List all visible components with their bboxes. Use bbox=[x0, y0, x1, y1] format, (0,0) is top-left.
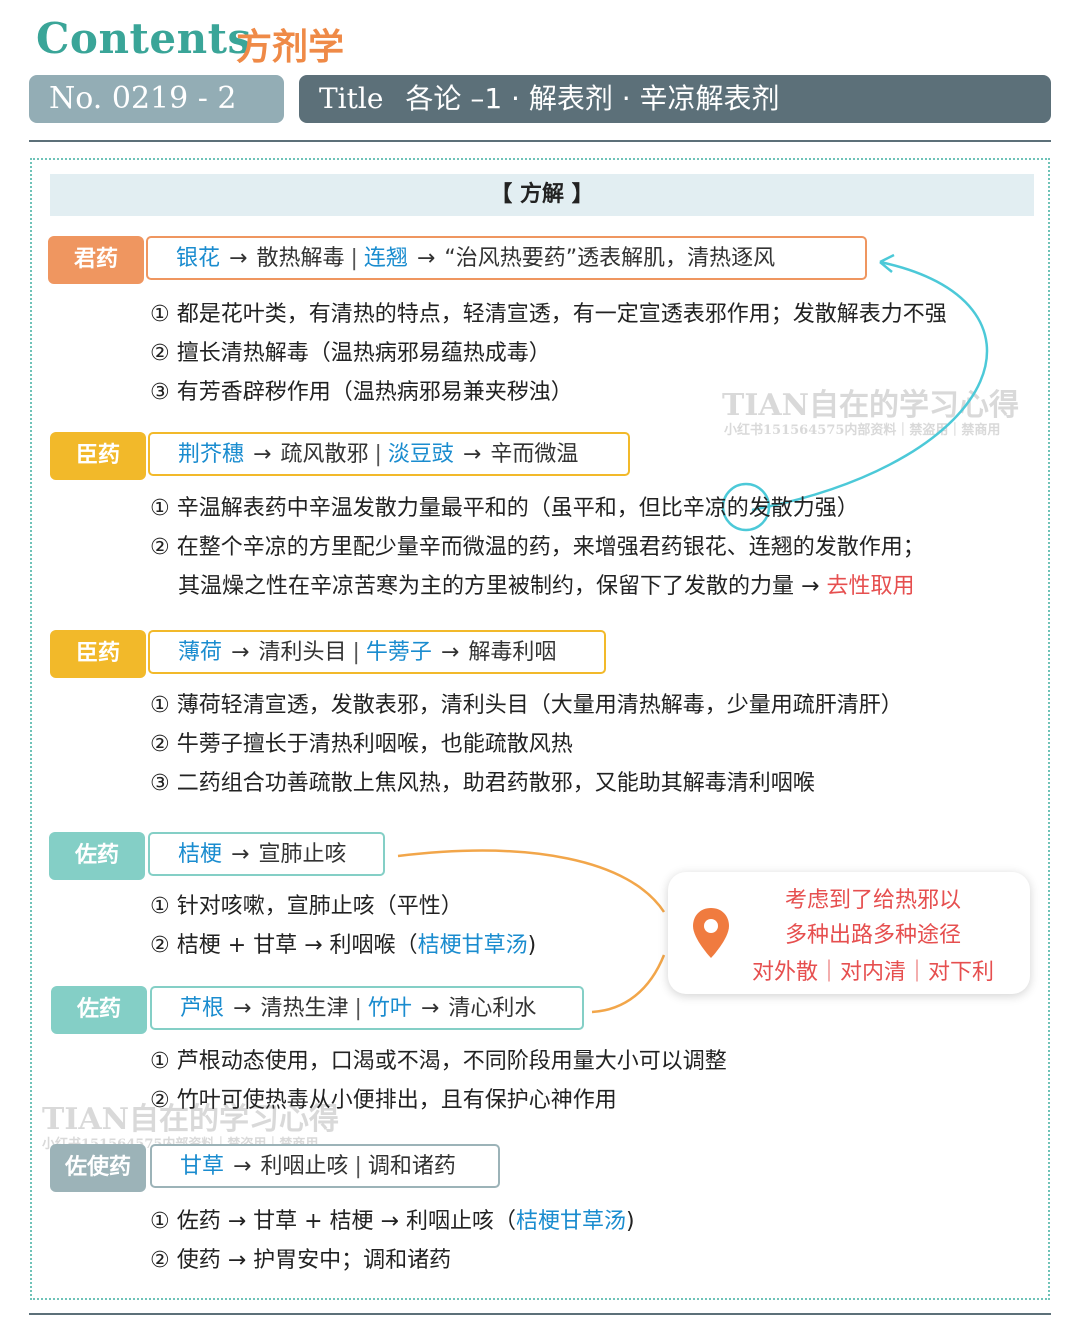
note-line: ① 针对咳嗽，宣肺止咳（平性） bbox=[150, 894, 463, 919]
herb-effect: 疏风散邪 bbox=[280, 442, 369, 467]
note-text: ② 桔梗 + 甘草 → 利咽喉（ bbox=[150, 933, 418, 958]
herb-name: 连翘 bbox=[363, 246, 408, 271]
formula-name: 桔梗甘草汤 bbox=[417, 933, 528, 958]
note-text: 其温燥之性在辛凉苦寒为主的方里被制约，保留下了发散的力量 → bbox=[178, 574, 820, 599]
formula-name: 桔梗甘草汤 bbox=[515, 1209, 626, 1234]
note-text: ) bbox=[527, 933, 537, 958]
role-tag-chen: 臣药 bbox=[50, 432, 146, 480]
callout-line: 多种出路多种途径 bbox=[784, 923, 961, 948]
callout-line: 对外散｜对内清｜对下利 bbox=[751, 960, 994, 985]
note-line: ③ 二药组合功善疏散上焦风热，助君药散邪，又能助其解毒清利咽喉 bbox=[150, 771, 815, 796]
role-tag-zuo: 佐药 bbox=[51, 986, 147, 1034]
herb-effect: 辛而微温 bbox=[490, 442, 579, 467]
herb-name: 银花 bbox=[176, 246, 221, 271]
herb-effect: 宣肺止咳 bbox=[258, 842, 347, 867]
note-line: ① 都是花叶类，有清热的特点，轻清宣透，有一定宣透表邪作用；发散解表力不强 bbox=[150, 302, 947, 327]
herb-effect: 解毒利咽 bbox=[468, 640, 557, 665]
herb-effect: 利咽止咳 bbox=[260, 1154, 349, 1179]
herb-name: 甘草 bbox=[180, 1154, 225, 1179]
herb-effect: 清热生津 bbox=[260, 996, 349, 1021]
herb-name: 芦根 bbox=[180, 996, 225, 1021]
herb-effect: 清心利水 bbox=[448, 996, 537, 1021]
herb-name: 薄荷 bbox=[178, 640, 223, 665]
note-line: ② 牛蒡子擅长于清热利咽喉，也能疏散风热 bbox=[150, 732, 573, 757]
note-line: ① 佐药 → 甘草 + 桔梗 → 利咽止咳（桔梗甘草汤) bbox=[150, 1207, 635, 1237]
note-line: ② 使药 → 护胃安中；调和诸药 bbox=[150, 1248, 452, 1273]
herb-box: 芦根 → 清热生津 | 竹叶 → 清心利水 bbox=[150, 986, 584, 1030]
role-tag-jun: 君药 bbox=[48, 236, 144, 284]
herb-box: 桔梗 → 宣肺止咳 bbox=[148, 832, 385, 876]
note-line: ③ 有芳香辟秽作用（温热病邪易兼夹秽浊） bbox=[150, 380, 573, 405]
note-line: ① 辛温解表药中辛温发散力量最平和的（虽平和，但比辛凉的发散力强） bbox=[150, 496, 859, 521]
role-tag-chen: 臣药 bbox=[50, 630, 146, 678]
herb-effect: “治风热要药”透表解肌，清热逐风 bbox=[444, 246, 776, 271]
role-tag-zuoshi: 佐使药 bbox=[50, 1144, 146, 1192]
herb-box: 荆芥穗 → 疏风散邪 | 淡豆豉 → 辛而微温 bbox=[148, 432, 630, 476]
herb-name: 牛蒡子 bbox=[365, 640, 432, 665]
herb-effect: 清利头目 bbox=[258, 640, 347, 665]
herb-effect: 散热解毒 bbox=[256, 246, 345, 271]
note-line: ② 在整个辛凉的方里配少量辛而微温的药，来增强君药银花、连翘的发散作用； bbox=[150, 535, 925, 560]
note-line: ② 竹叶可使热毒从小便排出，且有保护心神作用 bbox=[150, 1088, 617, 1113]
note-line: 其温燥之性在辛凉苦寒为主的方里被制约，保留下了发散的力量 → 去性取用 bbox=[178, 572, 914, 602]
herb-box: 银花 → 散热解毒 | 连翘 → “治风热要药”透表解肌，清热逐风 bbox=[146, 236, 867, 280]
note-line: ② 桔梗 + 甘草 → 利咽喉（桔梗甘草汤) bbox=[150, 931, 536, 961]
herb-name: 桔梗 bbox=[178, 842, 223, 867]
note-text: ① 佐药 → 甘草 + 桔梗 → 利咽止咳（ bbox=[150, 1209, 516, 1234]
herb-name: 荆芥穗 bbox=[178, 442, 245, 467]
highlight-text: 去性取用 bbox=[826, 574, 915, 599]
callout-line: 考虑到了给热邪以 bbox=[784, 888, 961, 913]
herb-box: 甘草 → 利咽止咳 | 调和诸药 bbox=[150, 1144, 500, 1188]
callout-connector bbox=[591, 954, 666, 1014]
callout-card: 考虑到了给热邪以 多种出路多种途径 对外散｜对内清｜对下利 bbox=[668, 872, 1030, 994]
note-text: ) bbox=[626, 1209, 635, 1234]
role-tag-zuo: 佐药 bbox=[49, 832, 145, 880]
note-line: ① 芦根动态使用，口渴或不渴，不同阶段用量大小可以调整 bbox=[150, 1049, 727, 1074]
herb-name: 竹叶 bbox=[367, 996, 412, 1021]
herb-box: 薄荷 → 清利头目 | 牛蒡子 → 解毒利咽 bbox=[148, 630, 606, 674]
note-line: ② 擅长清热解毒（温热病邪易蕴热成毒） bbox=[150, 341, 551, 366]
herb-effect: 调和诸药 bbox=[367, 1154, 456, 1179]
note-line: ① 薄荷轻清宣透，发散表邪，清利头目（大量用清热解毒，少量用疏肝清肝） bbox=[150, 693, 903, 718]
herb-name: 淡豆豉 bbox=[387, 442, 454, 467]
